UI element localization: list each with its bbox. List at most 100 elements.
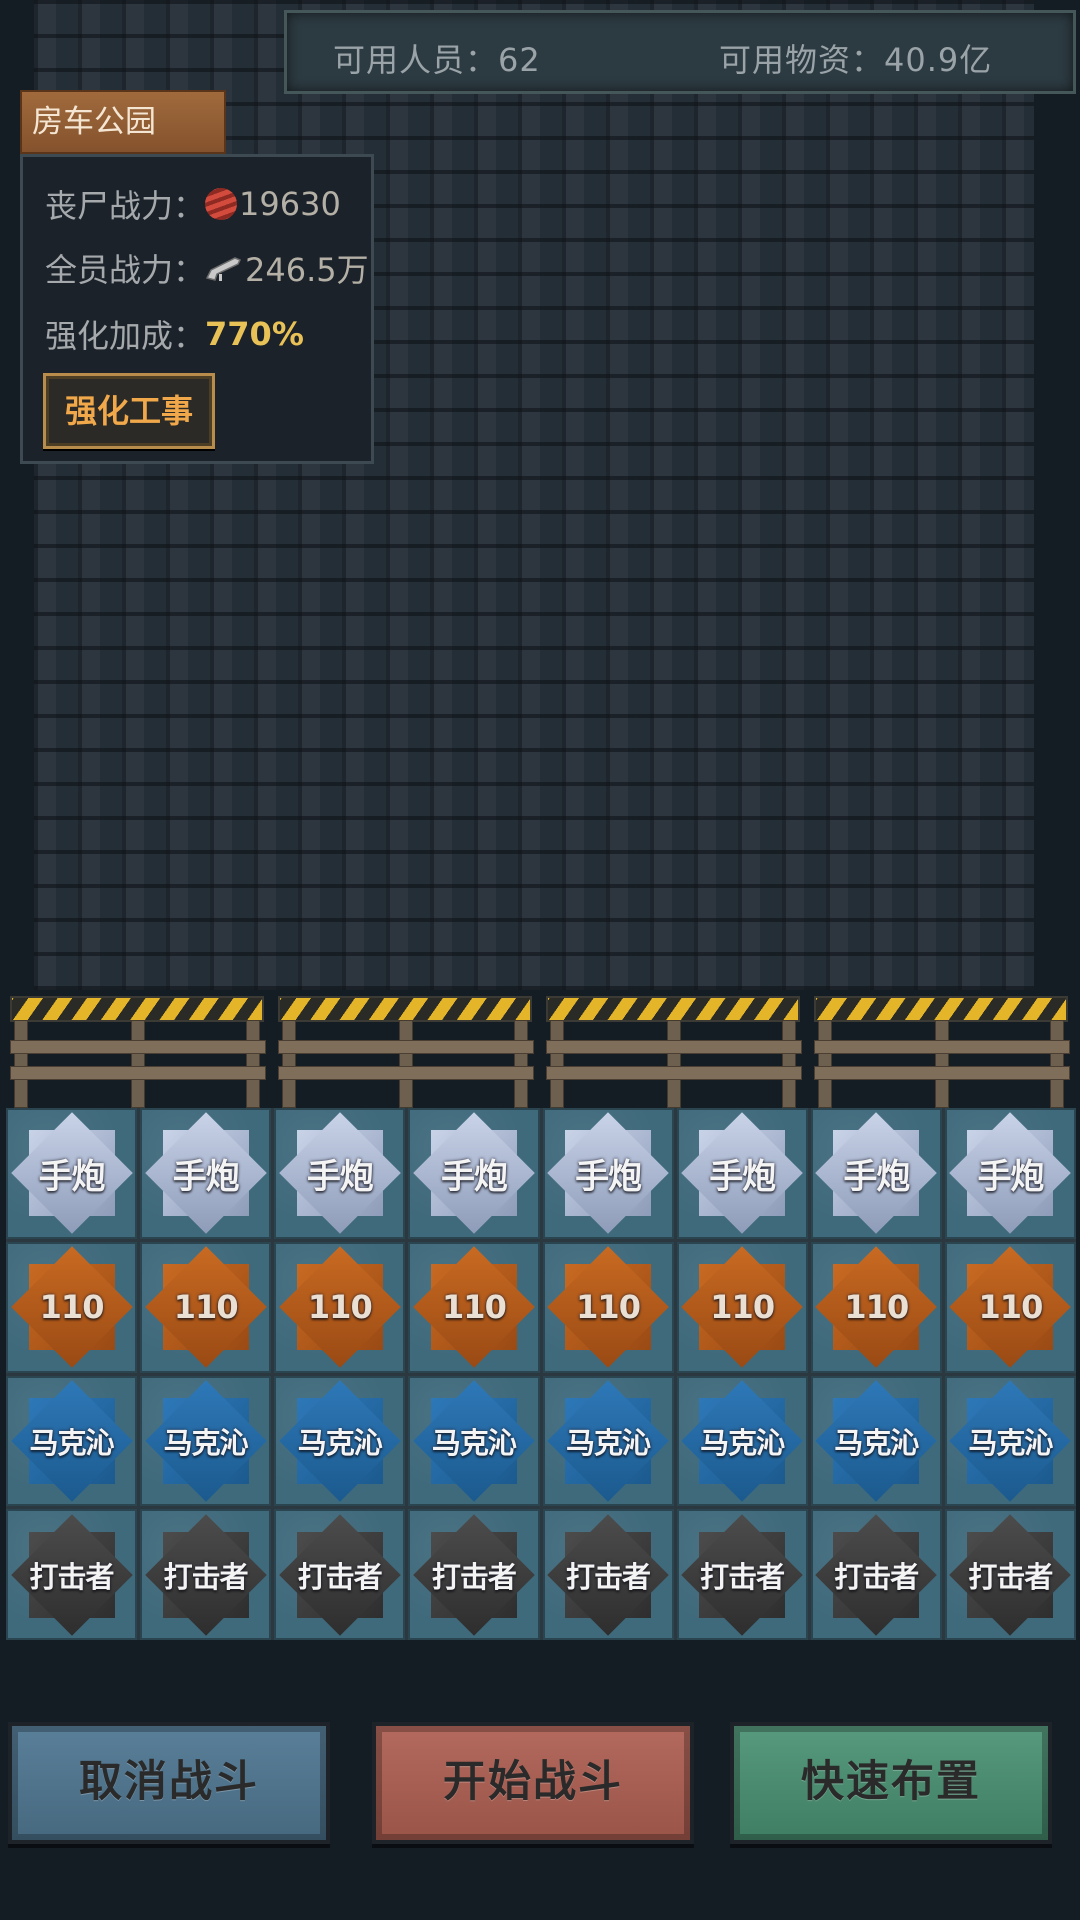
available-supplies: 可用物资：40.9亿	[719, 41, 993, 79]
unit-slot[interactable]: 打击者	[676, 1509, 808, 1640]
barricade-leg	[550, 1020, 564, 1108]
unit-slot[interactable]: 110	[140, 1241, 272, 1373]
barricade-leg	[14, 1020, 28, 1108]
available-people: 可用人员：62	[333, 41, 541, 79]
barricade-row	[6, 990, 1080, 1108]
unit-label: 打击者	[700, 1559, 785, 1594]
unit-slot[interactable]: 马克沁	[676, 1375, 808, 1507]
unit-slot[interactable]: 打击者	[6, 1509, 138, 1640]
unit-slot[interactable]: 手炮	[408, 1108, 540, 1239]
barricade	[6, 990, 268, 1108]
unit-label: 手炮	[306, 1156, 374, 1197]
unit-slot[interactable]: 马克沁	[944, 1375, 1076, 1507]
unit-label: 手炮	[172, 1156, 240, 1197]
unit-label: 110	[844, 1288, 909, 1327]
unit-slot[interactable]: 手炮	[944, 1108, 1076, 1239]
upgrade-fortification-button[interactable]: 强化工事	[43, 373, 215, 449]
unit-label: 110	[39, 1288, 105, 1327]
barricade-rail	[10, 1066, 266, 1080]
barricade-rail	[278, 1066, 534, 1080]
unit-slot[interactable]: 110	[676, 1241, 808, 1373]
unit-label: 马克沁	[431, 1425, 517, 1460]
barricade	[274, 990, 536, 1108]
unit-slot[interactable]: 马克沁	[408, 1375, 540, 1507]
resource-bar: 可用人员：62 可用物资：40.9亿	[284, 10, 1076, 94]
zombie-power-value: 19630	[239, 185, 341, 223]
start-battle-button[interactable]: 开始战斗	[372, 1722, 694, 1844]
unit-label: 马克沁	[834, 1425, 919, 1460]
unit-label: 110	[576, 1288, 641, 1327]
zombie-power-row: 丧尸战力： 19630	[45, 181, 341, 227]
zombie-power-label: 丧尸战力：	[45, 187, 206, 225]
boost-row: 强化加成： 770%	[45, 311, 304, 357]
barricade	[810, 990, 1072, 1108]
barricade-leg	[399, 1020, 413, 1108]
boost-value: 770%	[205, 315, 304, 353]
unit-slot[interactable]: 110	[944, 1241, 1076, 1373]
barricade-rail	[10, 1040, 266, 1054]
unit-label: 打击者	[163, 1559, 249, 1594]
unit-slot[interactable]: 打击者	[542, 1509, 674, 1640]
unit-slot[interactable]: 马克沁	[810, 1375, 942, 1507]
unit-slot[interactable]: 马克沁	[542, 1375, 674, 1507]
unit-label: 手炮	[38, 1156, 106, 1197]
unit-label: 打击者	[297, 1559, 383, 1594]
unit-slot[interactable]: 110	[542, 1241, 674, 1373]
team-power-row: 全员战力： 246.5万	[45, 245, 369, 291]
unit-label: 马克沁	[566, 1425, 651, 1460]
hazard-stripe	[10, 996, 264, 1022]
hazard-stripe	[546, 996, 800, 1022]
unit-slot[interactable]: 手炮	[676, 1108, 808, 1239]
unit-label: 110	[173, 1288, 239, 1327]
unit-label: 110	[307, 1288, 373, 1327]
unit-slot[interactable]: 110	[408, 1241, 540, 1373]
battle-setup-screen: 可用人员：62 可用物资：40.9亿 房车公园 丧尸战力： 19630 全员战力…	[0, 0, 1080, 1920]
barricade-rail	[546, 1040, 802, 1054]
unit-slot[interactable]: 马克沁	[274, 1375, 406, 1507]
barricade-leg	[246, 1020, 260, 1108]
unit-slot[interactable]: 打击者	[944, 1509, 1076, 1640]
unit-slot[interactable]: 马克沁	[140, 1375, 272, 1507]
barricade-leg	[667, 1020, 681, 1108]
unit-slot[interactable]: 110	[810, 1241, 942, 1373]
barricade-leg	[514, 1020, 528, 1108]
barricade-leg	[1050, 1020, 1064, 1108]
unit-slot[interactable]: 手炮	[542, 1108, 674, 1239]
barricade-leg	[818, 1020, 832, 1108]
unit-slot[interactable]: 马克沁	[6, 1375, 138, 1507]
unit-slot[interactable]: 打击者	[810, 1509, 942, 1640]
zombie-icon	[205, 188, 238, 220]
unit-slot[interactable]: 手炮	[140, 1108, 272, 1239]
unit-label: 手炮	[843, 1156, 910, 1197]
cancel-battle-button[interactable]: 取消战斗	[8, 1722, 330, 1844]
barricade-rail	[546, 1066, 802, 1080]
unit-slot[interactable]: 打击者	[274, 1509, 406, 1640]
unit-slot[interactable]: 手炮	[6, 1108, 138, 1239]
unit-slot[interactable]: 手炮	[810, 1108, 942, 1239]
gun-icon	[205, 257, 242, 281]
unit-grid: 手炮 手炮 手炮 手炮 手炮 手炮 手炮 手炮 110 110 110 110 110 110 110 110…	[6, 1108, 1076, 1640]
team-power-value: 246.5万	[245, 251, 369, 289]
hazard-stripe	[814, 996, 1068, 1022]
unit-slot[interactable]: 打击者	[140, 1509, 272, 1640]
location-name: 房车公园	[20, 90, 226, 154]
unit-label: 110	[710, 1288, 775, 1327]
info-panel: 丧尸战力： 19630 全员战力： 246.5万 强化加成： 770% 强化工事	[20, 154, 374, 464]
barricade-leg	[782, 1020, 796, 1108]
unit-label: 110	[442, 1288, 507, 1327]
unit-slot[interactable]: 110	[274, 1241, 406, 1373]
unit-slot[interactable]: 手炮	[274, 1108, 406, 1239]
barricade-leg	[131, 1020, 145, 1108]
unit-label: 打击者	[968, 1559, 1053, 1594]
unit-label: 打击者	[566, 1559, 651, 1594]
quick-deploy-button[interactable]: 快速布置	[730, 1722, 1052, 1844]
team-power-label: 全员战力：	[45, 251, 206, 289]
barricade	[542, 990, 804, 1108]
unit-slot[interactable]: 打击者	[408, 1509, 540, 1640]
unit-slot[interactable]: 110	[6, 1241, 138, 1373]
boost-label: 强化加成：	[45, 317, 206, 355]
barricade-leg	[282, 1020, 296, 1108]
barricade-leg	[935, 1020, 949, 1108]
unit-label: 手炮	[709, 1156, 776, 1197]
unit-label: 马克沁	[700, 1425, 785, 1460]
